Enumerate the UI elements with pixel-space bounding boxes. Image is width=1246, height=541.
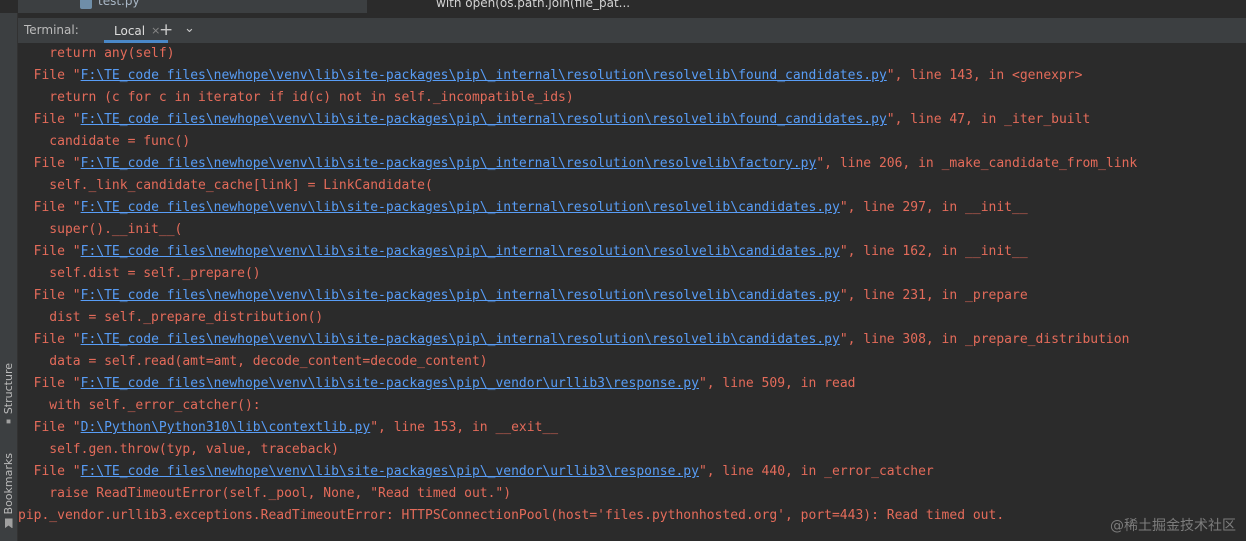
line-prefix: return (c for c in iterator if id(c) not… bbox=[18, 90, 574, 105]
line-prefix: File " bbox=[18, 376, 81, 391]
project-tree: test.py venv bbox=[18, 0, 367, 13]
traceback-code-line: pip._vendor.urllib3.exceptions.ReadTimeo… bbox=[18, 505, 1004, 527]
file-path-link[interactable]: F:\TE_code files\newhope\venv\lib\site-p… bbox=[81, 68, 887, 83]
tree-item-folder[interactable]: venv bbox=[78, 9, 105, 13]
line-prefix: pip._vendor.urllib3.exceptions.ReadTimeo… bbox=[18, 508, 1005, 523]
traceback-code-line: candidate = func() bbox=[18, 131, 190, 153]
traceback-file-line[interactable]: File "F:\TE_code files\newhope\venv\lib\… bbox=[18, 373, 856, 395]
line-suffix: ", line 440, in _error_catcher bbox=[698, 464, 934, 479]
line-suffix: ", line 206, in _make_candidate_from_lin… bbox=[816, 156, 1138, 171]
traceback-code-line: return any(self) bbox=[18, 43, 175, 65]
editor-code-snippet[interactable]: with open(os.path.join(file_pat... bbox=[436, 0, 630, 10]
top-strip: test.py venv with open(os.path.join(file… bbox=[0, 0, 1246, 13]
line-suffix: ", line 153, in __exit__ bbox=[370, 420, 559, 435]
line-suffix: ", line 509, in read bbox=[698, 376, 856, 391]
traceback-code-line: dist = self._prepare_distribution() bbox=[18, 307, 323, 329]
line-prefix: self.dist = self._prepare() bbox=[18, 266, 261, 281]
line-prefix: return any(self) bbox=[18, 46, 175, 61]
file-path-link[interactable]: F:\TE_code files\newhope\venv\lib\site-p… bbox=[81, 200, 840, 215]
line-prefix: super().__init__( bbox=[18, 222, 183, 237]
line-prefix: File " bbox=[18, 200, 81, 215]
file-path-link[interactable]: F:\TE_code files\newhope\venv\lib\site-p… bbox=[81, 112, 887, 127]
traceback-file-line[interactable]: File "D:\Python\Python310\lib\contextlib… bbox=[18, 417, 558, 439]
chevron-down-icon[interactable]: ⌄ bbox=[184, 21, 195, 36]
traceback-code-line: self.dist = self._prepare() bbox=[18, 263, 261, 285]
traceback-code-line: self.gen.throw(typ, value, traceback) bbox=[18, 439, 339, 461]
line-prefix: candidate = func() bbox=[18, 134, 191, 149]
file-path-link[interactable]: F:\TE_code files\newhope\venv\lib\site-p… bbox=[81, 376, 699, 391]
line-prefix: File " bbox=[18, 68, 81, 83]
line-prefix: File " bbox=[18, 332, 81, 347]
watermark: @稀土掘金技术社区 bbox=[1110, 518, 1236, 534]
line-prefix: raise ReadTimeoutError(self._pool, None,… bbox=[18, 486, 512, 501]
line-prefix: File " bbox=[18, 420, 81, 435]
line-prefix: File " bbox=[18, 112, 81, 127]
terminal-header: Terminal: Local × + ⌄ bbox=[18, 17, 1246, 44]
traceback-code-line: super().__init__( bbox=[18, 219, 182, 241]
structure-icon: ▪ bbox=[5, 416, 12, 428]
line-suffix: ", line 231, in _prepare bbox=[839, 288, 1028, 303]
traceback-file-line[interactable]: File "F:\TE_code files\newhope\venv\lib\… bbox=[18, 461, 934, 483]
traceback-file-line[interactable]: File "F:\TE_code files\newhope\venv\lib\… bbox=[18, 197, 1028, 219]
line-suffix: ", line 162, in __init__ bbox=[839, 244, 1028, 259]
tab-local-label: Local bbox=[114, 23, 146, 38]
traceback-file-line[interactable]: File "F:\TE_code files\newhope\venv\lib\… bbox=[18, 329, 1130, 351]
traceback-code-line: return (c for c in iterator if id(c) not… bbox=[18, 87, 574, 109]
file-path-link[interactable]: F:\TE_code files\newhope\venv\lib\site-p… bbox=[81, 332, 840, 347]
file-path-link[interactable]: F:\TE_code files\newhope\venv\lib\site-p… bbox=[81, 244, 840, 259]
line-prefix: with self._error_catcher(): bbox=[18, 398, 261, 413]
add-tab-button[interactable]: + bbox=[159, 20, 173, 40]
line-prefix: File " bbox=[18, 464, 81, 479]
terminal-output[interactable]: return any(self) File "F:\TE_code files\… bbox=[18, 43, 1246, 541]
traceback-file-line[interactable]: File "F:\TE_code files\newhope\venv\lib\… bbox=[18, 109, 1091, 131]
line-suffix: ", line 297, in __init__ bbox=[839, 200, 1028, 215]
left-tool-stripe: Structure ▪ Bookmarks bbox=[0, 13, 18, 541]
line-prefix: File " bbox=[18, 288, 81, 303]
traceback-code-line: data = self.read(amt=amt, decode_content… bbox=[18, 351, 488, 373]
file-path-link[interactable]: F:\TE_code files\newhope\venv\lib\site-p… bbox=[81, 464, 699, 479]
traceback-code-line: raise ReadTimeoutError(self._pool, None,… bbox=[18, 483, 511, 505]
line-suffix: ", line 143, in <genexpr> bbox=[886, 68, 1083, 83]
file-path-link[interactable]: F:\TE_code files\newhope\venv\lib\site-p… bbox=[81, 156, 817, 171]
python-file-icon bbox=[80, 0, 92, 9]
traceback-file-line[interactable]: File "F:\TE_code files\newhope\venv\lib\… bbox=[18, 285, 1028, 307]
traceback-file-line[interactable]: File "F:\TE_code files\newhope\venv\lib\… bbox=[18, 65, 1083, 87]
bookmark-icon bbox=[4, 518, 13, 529]
traceback-file-line[interactable]: File "F:\TE_code files\newhope\venv\lib\… bbox=[18, 241, 1028, 263]
line-prefix: dist = self._prepare_distribution() bbox=[18, 310, 324, 325]
traceback-code-line: with self._error_catcher(): bbox=[18, 395, 261, 417]
line-prefix: data = self.read(amt=amt, decode_content… bbox=[18, 354, 488, 369]
traceback-file-line[interactable]: File "F:\TE_code files\newhope\venv\lib\… bbox=[18, 153, 1138, 175]
line-prefix: File " bbox=[18, 244, 81, 259]
traceback-code-line: self._link_candidate_cache[link] = LinkC… bbox=[18, 175, 433, 197]
structure-label: Structure bbox=[2, 363, 15, 415]
line-prefix: self.gen.throw(typ, value, traceback) bbox=[18, 442, 339, 457]
bookmarks-tool-button[interactable]: Bookmarks bbox=[0, 453, 17, 529]
line-suffix: ", line 47, in _iter_built bbox=[886, 112, 1091, 127]
file-path-link[interactable]: F:\TE_code files\newhope\venv\lib\site-p… bbox=[81, 288, 840, 303]
line-prefix: File " bbox=[18, 156, 81, 171]
structure-tool-button[interactable]: Structure ▪ bbox=[0, 363, 17, 427]
terminal-title: Terminal: bbox=[24, 23, 79, 37]
file-path-link[interactable]: D:\Python\Python310\lib\contextlib.py bbox=[81, 420, 371, 435]
bookmarks-label: Bookmarks bbox=[2, 453, 15, 515]
tree-item-file[interactable]: test.py bbox=[98, 0, 140, 8]
line-suffix: ", line 308, in _prepare_distribution bbox=[839, 332, 1130, 347]
line-prefix: self._link_candidate_cache[link] = LinkC… bbox=[18, 178, 433, 193]
